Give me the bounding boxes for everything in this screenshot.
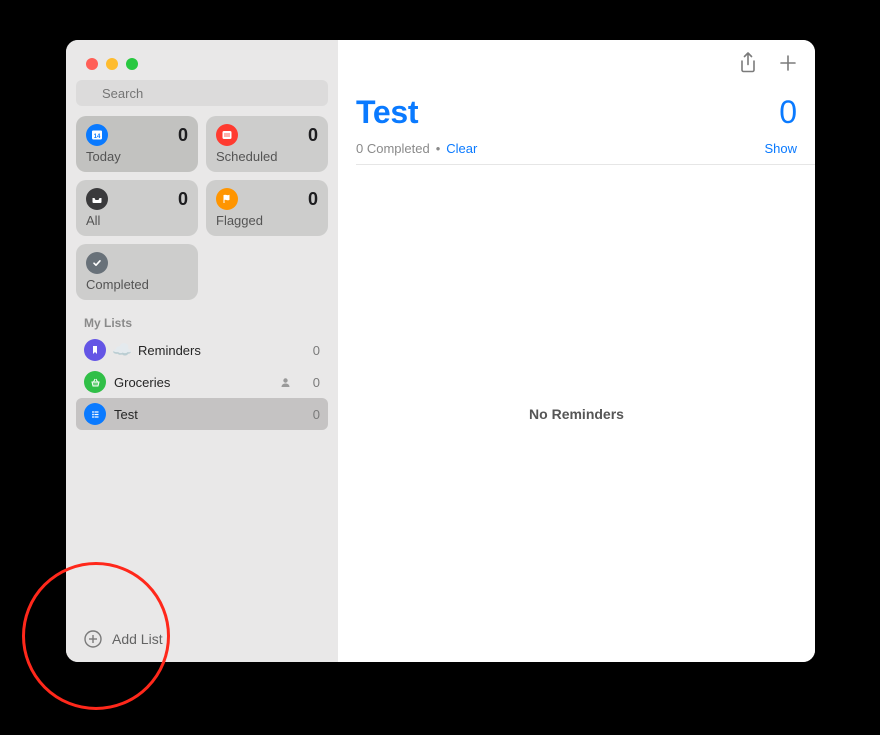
smart-label: Flagged — [216, 213, 318, 228]
close-window-button[interactable] — [86, 58, 98, 70]
completed-row: 0 Completed • Clear Show — [338, 131, 815, 164]
show-completed-button[interactable]: Show — [764, 141, 797, 156]
list-item-reminders[interactable]: ☁️ Reminders 0 — [76, 334, 328, 366]
smart-list-completed[interactable]: Completed — [76, 244, 198, 300]
bookmark-icon — [84, 339, 106, 361]
calendar-icon — [216, 124, 238, 146]
separator-dot: • — [436, 141, 441, 156]
smart-label: Scheduled — [216, 149, 318, 164]
list-name: Reminders — [138, 343, 201, 358]
empty-state: No Reminders — [338, 165, 815, 662]
smart-label: Completed — [86, 277, 188, 292]
smart-count: 0 — [308, 189, 318, 210]
plus-circle-icon — [84, 630, 102, 648]
new-reminder-button[interactable] — [777, 52, 799, 74]
search-input[interactable] — [76, 80, 328, 106]
sidebar: 14 0 Today 0 Scheduled — [66, 40, 338, 662]
list-total-count: 0 — [779, 94, 797, 131]
cloud-icon: ☁️ — [114, 342, 130, 358]
calendar-today-icon: 14 — [86, 124, 108, 146]
my-lists: ☁️ Reminders 0 Groceries 0 — [66, 334, 338, 430]
list-title: Test — [356, 94, 418, 131]
list-count: 0 — [306, 407, 320, 422]
list-count: 0 — [306, 343, 320, 358]
toolbar — [338, 40, 815, 86]
window-controls — [66, 40, 338, 80]
tray-icon — [86, 188, 108, 210]
shared-icon — [278, 375, 292, 389]
main-panel: Test 0 0 Completed • Clear Show No Remin… — [338, 40, 815, 662]
search-container — [66, 80, 338, 116]
checkmark-circle-icon — [86, 252, 108, 274]
list-bullet-icon — [84, 403, 106, 425]
smart-label: All — [86, 213, 188, 228]
list-count: 0 — [306, 375, 320, 390]
share-button[interactable] — [737, 52, 759, 74]
empty-state-text: No Reminders — [529, 406, 624, 422]
list-item-groceries[interactable]: Groceries 0 — [76, 366, 328, 398]
zoom-window-button[interactable] — [126, 58, 138, 70]
smart-lists-grid: 14 0 Today 0 Scheduled — [66, 116, 338, 310]
smart-label: Today — [86, 149, 188, 164]
flag-icon — [216, 188, 238, 210]
svg-text:14: 14 — [94, 134, 101, 140]
smart-count: 0 — [308, 125, 318, 146]
list-header: Test 0 — [338, 86, 815, 131]
basket-icon — [84, 371, 106, 393]
smart-count: 0 — [178, 189, 188, 210]
reminders-window: 14 0 Today 0 Scheduled — [66, 40, 815, 662]
smart-list-flagged[interactable]: 0 Flagged — [206, 180, 328, 236]
list-name: Test — [114, 407, 138, 422]
list-item-test[interactable]: Test 0 — [76, 398, 328, 430]
smart-count: 0 — [178, 125, 188, 146]
smart-list-all[interactable]: 0 All — [76, 180, 198, 236]
minimize-window-button[interactable] — [106, 58, 118, 70]
add-list-button[interactable]: Add List — [66, 618, 338, 662]
add-list-label: Add List — [112, 631, 163, 647]
clear-completed-button[interactable]: Clear — [446, 141, 477, 156]
completed-count-text: 0 Completed — [356, 141, 430, 156]
smart-list-scheduled[interactable]: 0 Scheduled — [206, 116, 328, 172]
smart-list-today[interactable]: 14 0 Today — [76, 116, 198, 172]
my-lists-header: My Lists — [66, 310, 338, 334]
list-name: Groceries — [114, 375, 170, 390]
